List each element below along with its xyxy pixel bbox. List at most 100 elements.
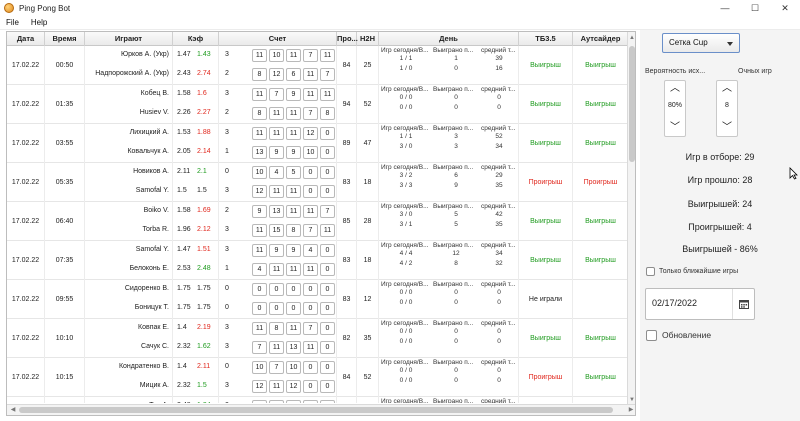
close-button[interactable]: ✕: [770, 0, 800, 16]
table-row[interactable]: 17.02.22 03:55 Лихицкий А. Ковальчук А. 1…: [7, 124, 629, 163]
outsider-result: [573, 397, 628, 403]
set-score: 11: [269, 341, 284, 354]
stat-label-avg: средний т...: [481, 86, 516, 93]
match-date: 17.02.22: [11, 374, 40, 381]
set-score: 0: [320, 244, 335, 257]
scroll-up-arrow-icon[interactable]: ▲: [628, 34, 635, 42]
col-tb[interactable]: ТБ3.5: [519, 32, 573, 46]
horizontal-scrollbar[interactable]: ◀ ▶: [7, 404, 635, 415]
set-score: 11: [303, 263, 318, 276]
set-score: 7: [303, 322, 318, 335]
player-one: Юрков А. (Укр): [121, 51, 169, 58]
col-players[interactable]: Играют: [85, 32, 173, 46]
kef-open-1: 2.48: [177, 402, 191, 403]
table-row[interactable]: 17.02.22 10:10 Ковпак Е. Сачук С. 1.4 2.1…: [7, 319, 629, 358]
table-header: Дата Время Играют Кэф Счет Про... H2H Де…: [7, 32, 629, 46]
set-score: 5: [286, 166, 301, 179]
probability-cell: 89: [342, 140, 351, 147]
day-games-1: 0 / 0: [399, 94, 413, 101]
horizontal-scroll-thumb[interactable]: [19, 407, 613, 413]
scroll-left-arrow-icon[interactable]: ◀: [8, 405, 18, 415]
col-score[interactable]: Счет: [219, 32, 337, 46]
sets-won-2: 3: [225, 382, 229, 389]
sets-won-1: 3: [225, 246, 229, 253]
menu-help[interactable]: Help: [25, 18, 53, 27]
auto-update-checkbox[interactable]: [646, 330, 657, 341]
set-score: 9: [286, 244, 301, 257]
probability-cell: 84: [342, 62, 351, 69]
table-row[interactable]: 17.02.22 09:55 Сидоренко В. Боницук Т. 1.…: [7, 280, 629, 319]
col-date[interactable]: Дата: [7, 32, 45, 46]
chevron-down-icon[interactable]: ﹀: [717, 121, 737, 135]
wins-count: Выигрышей: 24: [687, 199, 753, 209]
minimize-button[interactable]: —: [710, 0, 740, 16]
date-picker[interactable]: 02/17/2022: [645, 288, 755, 320]
match-time: 07:35: [55, 257, 74, 264]
set-score: 11: [252, 322, 267, 335]
menu-file[interactable]: File: [0, 18, 25, 27]
stat-label-won: Выиграно п...: [433, 281, 474, 288]
col-pro[interactable]: Про...: [337, 32, 358, 46]
set-score: 6: [286, 68, 301, 81]
day-won-2: 8: [454, 260, 458, 267]
kef-open-2: 2.32: [177, 343, 191, 350]
kef-current-2: 2.14: [197, 148, 211, 155]
maximize-button[interactable]: ☐: [740, 0, 770, 16]
match-time: 06:40: [55, 218, 74, 225]
match-date: 17.02.22: [11, 140, 40, 147]
probability-spinner[interactable]: ︿ 80% ﹀: [664, 80, 686, 137]
tb-result: Выигрыш: [530, 218, 561, 225]
table-row[interactable]: 17.02.22 07:35 Samofal Y. Белоконь Е. 1.4…: [7, 241, 629, 280]
table-row[interactable]: 17.02.22 06:40 Boiko V. Torba R. 1.58 1.6…: [7, 202, 629, 241]
set-score: 10: [269, 49, 284, 62]
window-title: Ping Pong Bot: [19, 3, 71, 13]
match-date: 17.02.22: [11, 179, 40, 186]
set-score: 0: [320, 322, 335, 335]
col-time[interactable]: Время: [45, 32, 85, 46]
col-day[interactable]: День: [379, 32, 519, 46]
col-outsider[interactable]: Аутсайдер: [573, 32, 629, 46]
day-won-2: 3: [454, 143, 458, 150]
col-h2h[interactable]: H2H: [357, 32, 379, 46]
set-score: 11: [286, 127, 301, 140]
vertical-scrollbar[interactable]: ▲ ▼: [627, 32, 635, 406]
set-score: 11: [286, 185, 301, 198]
day-avg-1: 0: [497, 289, 501, 296]
scroll-down-arrow-icon[interactable]: ▼: [628, 396, 635, 404]
match-date: 17.02.22: [11, 257, 40, 264]
chevron-up-icon[interactable]: ︿: [665, 82, 685, 96]
set-score: 13: [269, 205, 284, 218]
app-logo-icon: [4, 3, 14, 13]
sets-won-1: 3: [225, 90, 229, 97]
day-games-1: 3 / 0: [399, 211, 413, 218]
calendar-icon[interactable]: [732, 289, 754, 319]
h2h-cell: 52: [363, 374, 372, 381]
outsider-result: [573, 280, 628, 319]
head-to-head-spinner[interactable]: ︿ 8 ﹀: [716, 80, 738, 137]
table-row[interactable]: 17.02.22 01:35 Кобец В. Husiev V. 1.58 1.…: [7, 85, 629, 124]
table-row[interactable]: 17.02.22 10:15 Кондратенко В. Мицик А. 1.…: [7, 358, 629, 397]
table-row[interactable]: 17.02.22 05:35 Новиков А. Samofal Y. 2.11…: [7, 163, 629, 202]
set-score: 11: [252, 49, 267, 62]
nearest-games-label: Только ближайшие игры: [659, 268, 739, 275]
mouse-cursor-icon: [789, 167, 798, 180]
set-score: 0: [286, 283, 301, 296]
col-kef[interactable]: Кэф: [173, 32, 219, 46]
player-two: Ковальчук А.: [127, 148, 169, 155]
day-won-1: 0: [454, 94, 458, 101]
vertical-scroll-thumb[interactable]: [629, 46, 635, 162]
scroll-right-arrow-icon[interactable]: ▶: [626, 405, 635, 415]
win-percentage: Выигрышей - 86%: [682, 244, 758, 254]
set-score: 0: [303, 400, 318, 403]
chevron-up-icon[interactable]: ︿: [717, 82, 737, 96]
chevron-down-icon[interactable]: ﹀: [665, 121, 685, 135]
set-score: 11: [252, 224, 267, 237]
set-score: 10: [252, 166, 267, 179]
outsider-result: Выигрыш: [585, 218, 616, 225]
table-row[interactable]: 17.02.22 00:50 Юрков А. (Укр) Надпорожски…: [7, 46, 629, 85]
set-score: 10: [286, 361, 301, 374]
nearest-games-checkbox[interactable]: [646, 267, 655, 276]
player-one: Сидоренко В.: [124, 285, 169, 292]
tournament-select[interactable]: Сетка Cup: [662, 33, 740, 53]
table-row[interactable]: Тур А. 2.48 1.34 067500 Игр сегодня/В...…: [7, 397, 629, 403]
